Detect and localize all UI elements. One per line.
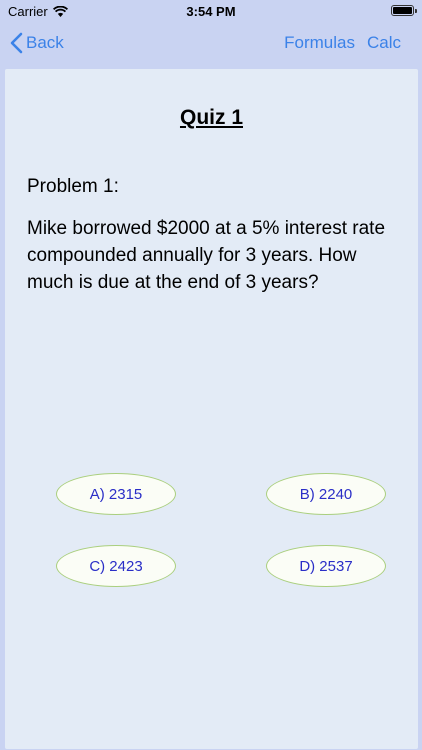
calc-button[interactable]: Calc [367, 33, 401, 53]
answer-a-button[interactable]: A) 2315 [56, 473, 176, 515]
formulas-button[interactable]: Formulas [284, 33, 355, 53]
quiz-title: Quiz 1 [179, 106, 243, 129]
chevron-left-icon [10, 32, 23, 54]
nav-actions: Formulas Calc [284, 33, 401, 53]
status-time: 3:54 PM [186, 4, 236, 19]
status-bar: Carrier 3:54 PM [0, 0, 422, 22]
problem-label: Problem 1: [27, 176, 119, 197]
battery-icon [391, 5, 417, 16]
problem-text: Mike borrowed $2000 at a 5% interest rat… [27, 218, 386, 293]
answer-b-button[interactable]: B) 2240 [266, 473, 386, 515]
quiz-card: Quiz 1 Problem 1: Mike borrowed $2000 at… [5, 69, 418, 749]
back-button[interactable]: Back [10, 32, 64, 54]
answer-c-button[interactable]: C) 2423 [56, 545, 176, 587]
navigation-bar: Back Formulas Calc [0, 22, 422, 66]
answer-d-button[interactable]: D) 2537 [266, 545, 386, 587]
back-label: Back [26, 33, 64, 52]
